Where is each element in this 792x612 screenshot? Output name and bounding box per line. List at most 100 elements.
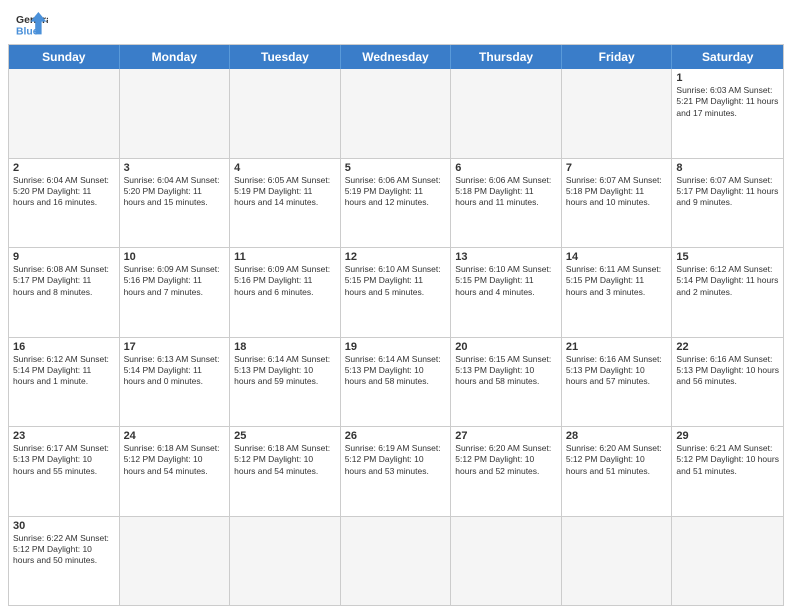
calendar-cell [341,69,452,158]
day-info: Sunrise: 6:06 AM Sunset: 5:18 PM Dayligh… [455,175,557,209]
calendar-body: 1Sunrise: 6:03 AM Sunset: 5:21 PM Daylig… [9,69,783,605]
calendar-header: SundayMondayTuesdayWednesdayThursdayFrid… [9,45,783,69]
calendar-cell: 17Sunrise: 6:13 AM Sunset: 5:14 PM Dayli… [120,338,231,427]
day-info: Sunrise: 6:14 AM Sunset: 5:13 PM Dayligh… [345,354,447,388]
day-number: 25 [234,430,336,442]
calendar-cell [120,69,231,158]
calendar-cell: 5Sunrise: 6:06 AM Sunset: 5:19 PM Daylig… [341,159,452,248]
day-number: 23 [13,430,115,442]
day-number: 16 [13,341,115,353]
calendar-cell: 23Sunrise: 6:17 AM Sunset: 5:13 PM Dayli… [9,427,120,516]
calendar-cell: 30Sunrise: 6:22 AM Sunset: 5:12 PM Dayli… [9,517,120,606]
day-number: 2 [13,162,115,174]
day-number: 8 [676,162,779,174]
calendar-row-4: 23Sunrise: 6:17 AM Sunset: 5:13 PM Dayli… [9,426,783,516]
calendar-cell: 28Sunrise: 6:20 AM Sunset: 5:12 PM Dayli… [562,427,673,516]
calendar-cell [451,69,562,158]
calendar-cell: 21Sunrise: 6:16 AM Sunset: 5:13 PM Dayli… [562,338,673,427]
weekday-header-tuesday: Tuesday [230,45,341,69]
day-info: Sunrise: 6:14 AM Sunset: 5:13 PM Dayligh… [234,354,336,388]
calendar-cell [120,517,231,606]
day-info: Sunrise: 6:04 AM Sunset: 5:20 PM Dayligh… [124,175,226,209]
calendar-cell [562,69,673,158]
day-info: Sunrise: 6:18 AM Sunset: 5:12 PM Dayligh… [124,443,226,477]
calendar-cell: 6Sunrise: 6:06 AM Sunset: 5:18 PM Daylig… [451,159,562,248]
calendar-cell: 19Sunrise: 6:14 AM Sunset: 5:13 PM Dayli… [341,338,452,427]
day-number: 21 [566,341,668,353]
calendar-cell [341,517,452,606]
calendar-cell: 29Sunrise: 6:21 AM Sunset: 5:12 PM Dayli… [672,427,783,516]
calendar-cell [9,69,120,158]
day-info: Sunrise: 6:21 AM Sunset: 5:12 PM Dayligh… [676,443,779,477]
logo: General Blue [16,10,48,38]
day-info: Sunrise: 6:15 AM Sunset: 5:13 PM Dayligh… [455,354,557,388]
day-number: 11 [234,251,336,263]
calendar-cell: 7Sunrise: 6:07 AM Sunset: 5:18 PM Daylig… [562,159,673,248]
calendar-cell: 22Sunrise: 6:16 AM Sunset: 5:13 PM Dayli… [672,338,783,427]
day-number: 15 [676,251,779,263]
day-info: Sunrise: 6:09 AM Sunset: 5:16 PM Dayligh… [234,264,336,298]
weekday-header-wednesday: Wednesday [341,45,452,69]
calendar-cell: 16Sunrise: 6:12 AM Sunset: 5:14 PM Dayli… [9,338,120,427]
day-info: Sunrise: 6:16 AM Sunset: 5:13 PM Dayligh… [566,354,668,388]
calendar-cell: 4Sunrise: 6:05 AM Sunset: 5:19 PM Daylig… [230,159,341,248]
calendar-row-0: 1Sunrise: 6:03 AM Sunset: 5:21 PM Daylig… [9,69,783,158]
page: General Blue SundayMondayTuesdayWednesda… [0,0,792,612]
day-info: Sunrise: 6:11 AM Sunset: 5:15 PM Dayligh… [566,264,668,298]
calendar-cell: 26Sunrise: 6:19 AM Sunset: 5:12 PM Dayli… [341,427,452,516]
day-number: 10 [124,251,226,263]
weekday-header-friday: Friday [562,45,673,69]
calendar-cell [451,517,562,606]
day-number: 14 [566,251,668,263]
day-info: Sunrise: 6:22 AM Sunset: 5:12 PM Dayligh… [13,533,115,567]
calendar-cell: 11Sunrise: 6:09 AM Sunset: 5:16 PM Dayli… [230,248,341,337]
day-number: 7 [566,162,668,174]
calendar-row-5: 30Sunrise: 6:22 AM Sunset: 5:12 PM Dayli… [9,516,783,606]
calendar-cell: 8Sunrise: 6:07 AM Sunset: 5:17 PM Daylig… [672,159,783,248]
day-info: Sunrise: 6:09 AM Sunset: 5:16 PM Dayligh… [124,264,226,298]
day-info: Sunrise: 6:10 AM Sunset: 5:15 PM Dayligh… [345,264,447,298]
calendar-cell: 10Sunrise: 6:09 AM Sunset: 5:16 PM Dayli… [120,248,231,337]
day-info: Sunrise: 6:08 AM Sunset: 5:17 PM Dayligh… [13,264,115,298]
calendar-cell: 3Sunrise: 6:04 AM Sunset: 5:20 PM Daylig… [120,159,231,248]
weekday-header-saturday: Saturday [672,45,783,69]
day-info: Sunrise: 6:19 AM Sunset: 5:12 PM Dayligh… [345,443,447,477]
weekday-header-thursday: Thursday [451,45,562,69]
day-info: Sunrise: 6:20 AM Sunset: 5:12 PM Dayligh… [566,443,668,477]
day-info: Sunrise: 6:07 AM Sunset: 5:18 PM Dayligh… [566,175,668,209]
calendar-cell: 27Sunrise: 6:20 AM Sunset: 5:12 PM Dayli… [451,427,562,516]
calendar-cell: 9Sunrise: 6:08 AM Sunset: 5:17 PM Daylig… [9,248,120,337]
day-number: 13 [455,251,557,263]
generalblue-logo-icon: General Blue [16,10,48,38]
calendar-row-1: 2Sunrise: 6:04 AM Sunset: 5:20 PM Daylig… [9,158,783,248]
day-info: Sunrise: 6:17 AM Sunset: 5:13 PM Dayligh… [13,443,115,477]
day-number: 24 [124,430,226,442]
calendar-cell [562,517,673,606]
day-info: Sunrise: 6:07 AM Sunset: 5:17 PM Dayligh… [676,175,779,209]
calendar-cell: 14Sunrise: 6:11 AM Sunset: 5:15 PM Dayli… [562,248,673,337]
calendar-cell [230,517,341,606]
day-info: Sunrise: 6:13 AM Sunset: 5:14 PM Dayligh… [124,354,226,388]
day-number: 3 [124,162,226,174]
day-info: Sunrise: 6:03 AM Sunset: 5:21 PM Dayligh… [676,85,779,119]
weekday-header-monday: Monday [120,45,231,69]
day-info: Sunrise: 6:12 AM Sunset: 5:14 PM Dayligh… [13,354,115,388]
day-info: Sunrise: 6:04 AM Sunset: 5:20 PM Dayligh… [13,175,115,209]
calendar-cell: 12Sunrise: 6:10 AM Sunset: 5:15 PM Dayli… [341,248,452,337]
calendar-cell [230,69,341,158]
day-number: 4 [234,162,336,174]
day-number: 27 [455,430,557,442]
day-info: Sunrise: 6:18 AM Sunset: 5:12 PM Dayligh… [234,443,336,477]
calendar-cell [672,517,783,606]
day-number: 19 [345,341,447,353]
day-number: 18 [234,341,336,353]
calendar-cell: 1Sunrise: 6:03 AM Sunset: 5:21 PM Daylig… [672,69,783,158]
day-number: 26 [345,430,447,442]
calendar-cell: 15Sunrise: 6:12 AM Sunset: 5:14 PM Dayli… [672,248,783,337]
header: General Blue [0,0,792,44]
day-info: Sunrise: 6:05 AM Sunset: 5:19 PM Dayligh… [234,175,336,209]
day-info: Sunrise: 6:12 AM Sunset: 5:14 PM Dayligh… [676,264,779,298]
calendar-row-2: 9Sunrise: 6:08 AM Sunset: 5:17 PM Daylig… [9,247,783,337]
day-number: 29 [676,430,779,442]
day-number: 30 [13,520,115,532]
